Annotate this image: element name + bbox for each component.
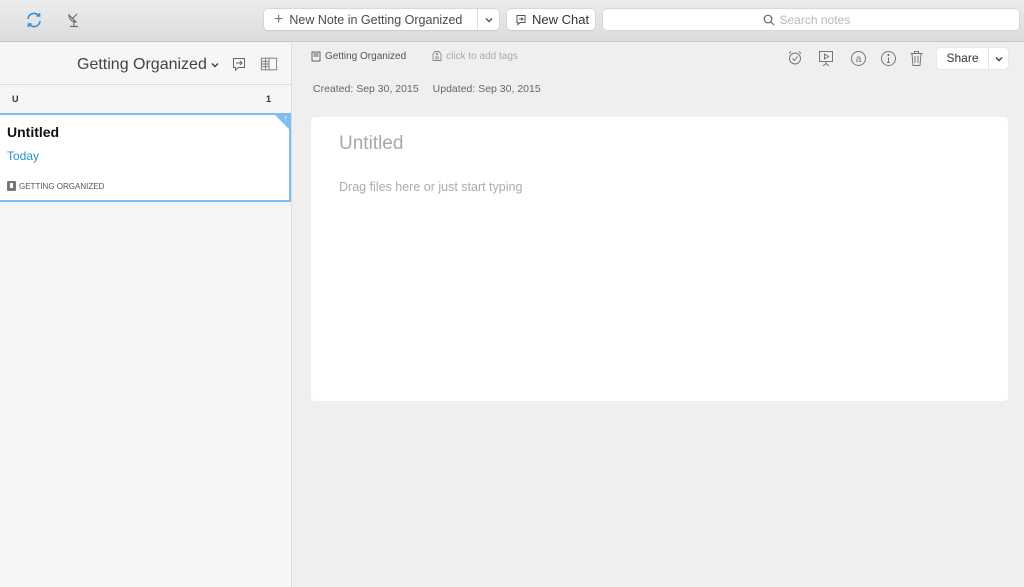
tags-field[interactable]: click to add tags [432, 50, 518, 62]
notebook-title: Getting Organized [77, 56, 207, 73]
note-editor[interactable]: Drag files here or just start typing [311, 117, 1008, 401]
chevron-down-icon [211, 60, 219, 70]
note-body-placeholder[interactable]: Drag files here or just start typing [339, 180, 522, 194]
search-field[interactable] [603, 9, 1019, 30]
group-count: 1 [265, 94, 271, 104]
notebook-icon [311, 51, 321, 61]
work-chat-antenna-icon[interactable] [63, 9, 85, 31]
note-list-item[interactable]: ↑ Untitled Today GETTING ORGANIZED [0, 113, 291, 202]
tags-placeholder: click to add tags [446, 50, 518, 62]
search-input[interactable] [779, 12, 860, 27]
note-notebook-label: Getting Organized [325, 50, 407, 62]
new-note-dropdown-caret[interactable] [478, 15, 499, 25]
note-list-header: Getting Organized [0, 43, 291, 85]
search-icon [763, 14, 774, 25]
note-item-notebook: GETTING ORGANIZED [7, 181, 104, 191]
share-label: Share [937, 48, 989, 69]
note-meta-bar: Getting Organized click to add tags [311, 50, 518, 62]
notebook-icon [7, 181, 16, 191]
presentation-icon[interactable] [817, 49, 835, 67]
note-item-title: Untitled [7, 124, 60, 140]
group-letter: U [12, 94, 19, 104]
shortcut-arrow-icon: ↑ [283, 113, 289, 123]
note-item-date: Today [7, 149, 40, 163]
svg-text:a: a [855, 54, 861, 65]
plus-icon: + [274, 10, 284, 28]
trash-icon[interactable] [907, 49, 925, 67]
reminder-icon[interactable] [786, 49, 804, 67]
chat-icon [516, 14, 526, 26]
info-icon[interactable] [879, 49, 897, 67]
note-dates: Created: Sep 30, 2015 Updated: Sep 30, 20… [313, 83, 541, 95]
note-group-header: U 1 [0, 86, 291, 112]
toolbar: + New Note in Getting Organized New Chat [0, 0, 1024, 42]
share-button[interactable]: Share [937, 48, 1008, 69]
share-notebook-icon[interactable] [230, 55, 248, 73]
notebook-selector[interactable]: Getting Organized [77, 56, 219, 74]
at-mention-icon[interactable]: a [849, 49, 867, 67]
sync-icon[interactable] [23, 9, 45, 31]
note-notebook-link[interactable]: Getting Organized [311, 51, 406, 62]
updated-date: Updated: Sep 30, 2015 [432, 83, 541, 95]
note-list-sidebar: Getting Organized U 1 ↑ Untitled Today G… [0, 43, 292, 587]
new-note-label: New Note in Getting Organized [289, 12, 463, 27]
note-item-notebook-label: GETTING ORGANIZED [19, 181, 105, 191]
new-chat-label: New Chat [532, 12, 590, 27]
tag-icon [432, 51, 442, 61]
view-options-icon[interactable] [260, 55, 278, 73]
new-note-button[interactable]: + New Note in Getting Organized [264, 9, 499, 30]
new-chat-button[interactable]: New Chat [507, 9, 595, 30]
new-note-main[interactable]: + New Note in Getting Organized [264, 9, 478, 30]
share-dropdown-caret[interactable] [989, 54, 1008, 64]
note-title-input[interactable] [339, 133, 939, 155]
created-date: Created: Sep 30, 2015 [313, 83, 419, 95]
